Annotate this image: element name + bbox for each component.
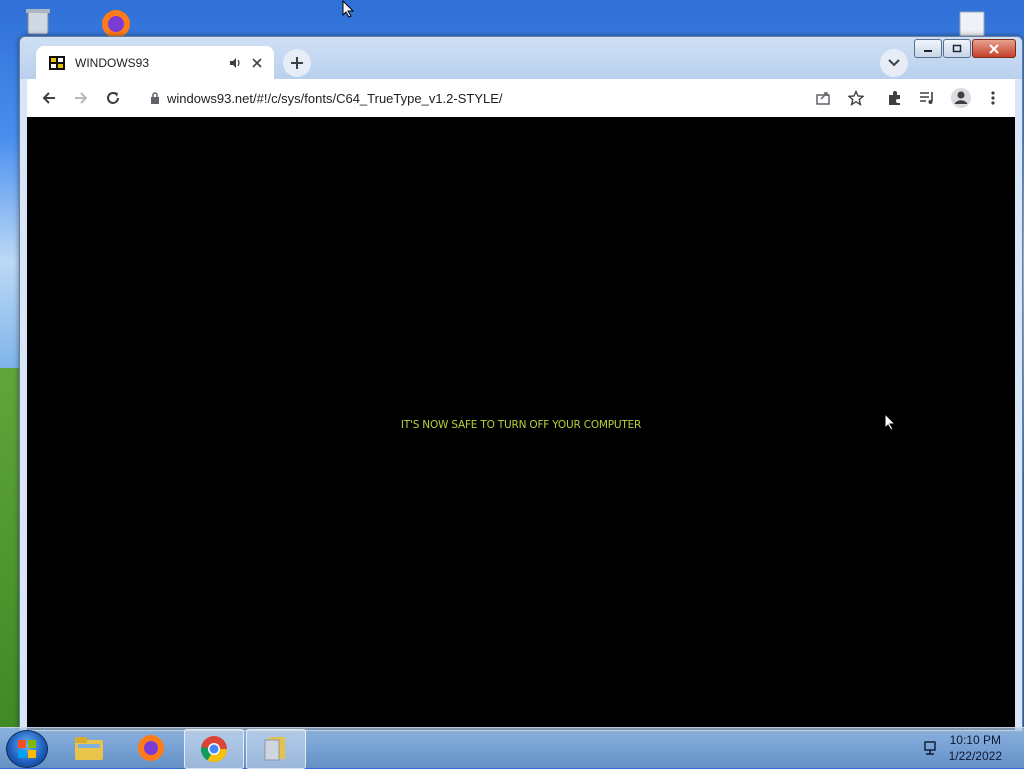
- taskbar-chrome[interactable]: [184, 729, 244, 769]
- file-stack-icon: [264, 737, 285, 761]
- firefox-icon: [138, 735, 164, 761]
- mouse-cursor-icon: [884, 413, 897, 431]
- share-icon: [816, 92, 830, 105]
- clock-date: 1/22/2022: [948, 749, 1002, 763]
- tab-search-button[interactable]: [880, 49, 908, 77]
- plus-icon: [291, 57, 303, 69]
- tab-title: WINDOWS93: [75, 55, 150, 70]
- taskbar: 10:10 PM 1/22/2022: [0, 727, 1024, 769]
- arrow-right-icon: [75, 92, 88, 104]
- extensions-button[interactable]: [879, 82, 911, 114]
- playlist-icon: [920, 92, 933, 104]
- speaker-icon[interactable]: [228, 56, 242, 70]
- lock-icon[interactable]: [149, 91, 161, 105]
- taskbar-file-explorer[interactable]: [60, 729, 118, 767]
- windows-logo-icon: [18, 740, 36, 758]
- menu-button[interactable]: [977, 82, 1009, 114]
- avatar-icon: [951, 88, 971, 108]
- close-window-button[interactable]: [972, 39, 1016, 58]
- bookmark-button[interactable]: [840, 82, 872, 114]
- tab-windows93[interactable]: WINDOWS93: [36, 46, 274, 79]
- arrow-left-icon: [42, 92, 55, 104]
- forward-button[interactable]: [65, 82, 97, 114]
- back-button[interactable]: [33, 82, 65, 114]
- url-text[interactable]: windows93.net/#!/c/sys/fonts/C64_TrueTyp…: [167, 91, 503, 106]
- chevron-down-icon: [888, 59, 900, 67]
- reload-icon: [107, 92, 119, 104]
- minimize-button[interactable]: [914, 39, 942, 58]
- more-vertical-icon: [991, 91, 995, 105]
- chrome-icon: [200, 736, 228, 763]
- reload-button[interactable]: [97, 82, 129, 114]
- taskbar-files[interactable]: [246, 729, 306, 769]
- address-bar[interactable]: windows93.net/#!/c/sys/fonts/C64_TrueTyp…: [137, 83, 817, 113]
- folder-icon: [75, 737, 103, 760]
- window-controls: [914, 39, 1016, 58]
- windows93-favicon-icon: [49, 55, 65, 70]
- puzzle-icon: [889, 91, 900, 105]
- tab-close-icon[interactable]: [250, 56, 264, 70]
- taskbar-firefox[interactable]: [122, 729, 180, 767]
- star-icon: [848, 90, 864, 106]
- clock[interactable]: 10:10 PM 1/22/2022: [949, 732, 1002, 764]
- browser-toolbar: windows93.net/#!/c/sys/fonts/C64_TrueTyp…: [27, 79, 1015, 117]
- browser-window: WINDOWS93 windows93.net/#!/c/sys/fonts/C…: [19, 36, 1023, 732]
- shutdown-message: IT'S NOW SAFE TO TURN OFF YOUR COMPUTER: [400, 419, 642, 431]
- start-button[interactable]: [6, 730, 48, 768]
- title-bar[interactable]: WINDOWS93: [20, 37, 1022, 79]
- maximize-button[interactable]: [943, 39, 971, 58]
- profile-button[interactable]: [945, 82, 977, 114]
- page-content[interactable]: IT'S NOW SAFE TO TURN OFF YOUR COMPUTER: [27, 117, 1015, 730]
- clock-time: 10:10 PM: [949, 733, 1001, 747]
- media-controls-button[interactable]: [911, 82, 943, 114]
- share-button[interactable]: [807, 82, 839, 114]
- new-tab-button[interactable]: [283, 49, 311, 77]
- system-tray: 10:10 PM 1/22/2022: [923, 728, 1024, 768]
- network-icon[interactable]: [923, 740, 939, 756]
- mouse-cursor-icon: [342, 0, 355, 18]
